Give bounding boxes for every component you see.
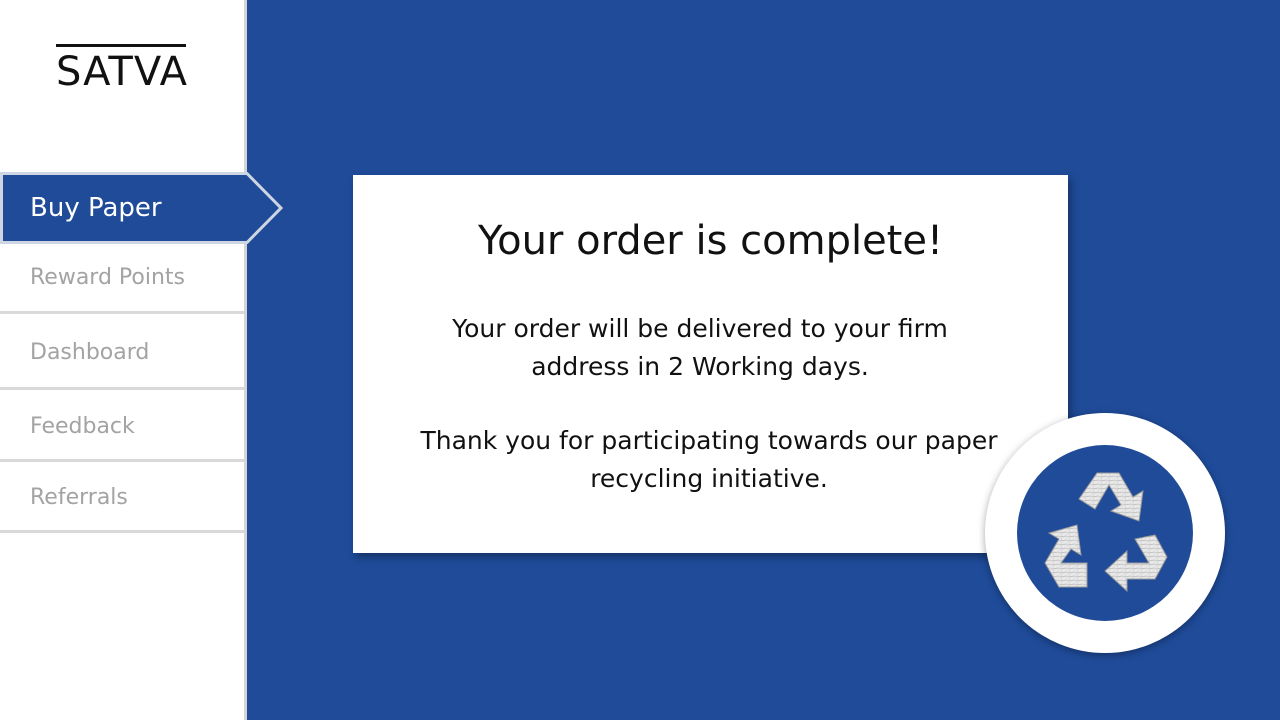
order-complete-title: Your order is complete! — [477, 218, 944, 264]
sidebar-item-label: Reward Points — [30, 265, 186, 290]
sidebar-item-buy-paper[interactable]: Buy Paper — [0, 172, 246, 244]
logo-text: SATVA — [56, 49, 188, 95]
sidebar-item-feedback[interactable]: Feedback — [0, 393, 244, 462]
badge-inner-circle — [1017, 445, 1193, 621]
recycling-badge — [985, 413, 1225, 653]
logo-overline — [56, 44, 186, 47]
thanks-message: Thank you for participating towards our … — [420, 426, 998, 493]
recycle-icon — [1044, 472, 1168, 593]
sidebar-item-label: Buy Paper — [30, 193, 162, 223]
delivery-message: Your order will be delivered to your fir… — [452, 314, 948, 381]
sidebar: SATVA Buy Paper Reward Points Dashboard … — [0, 0, 247, 720]
sidebar-item-reward-points[interactable]: Reward Points — [0, 244, 244, 314]
sidebar-item-label: Dashboard — [30, 339, 150, 365]
sidebar-item-referrals[interactable]: Referrals — [0, 465, 244, 533]
sidebar-item-label: Feedback — [30, 413, 135, 439]
sidebar-item-label: Referrals — [30, 485, 128, 510]
app-screen: SATVA Buy Paper Reward Points Dashboard … — [0, 0, 1280, 720]
sidebar-item-dashboard[interactable]: Dashboard — [0, 317, 244, 390]
brand-logo: SATVA — [56, 44, 188, 94]
active-item-arrow — [244, 172, 284, 244]
